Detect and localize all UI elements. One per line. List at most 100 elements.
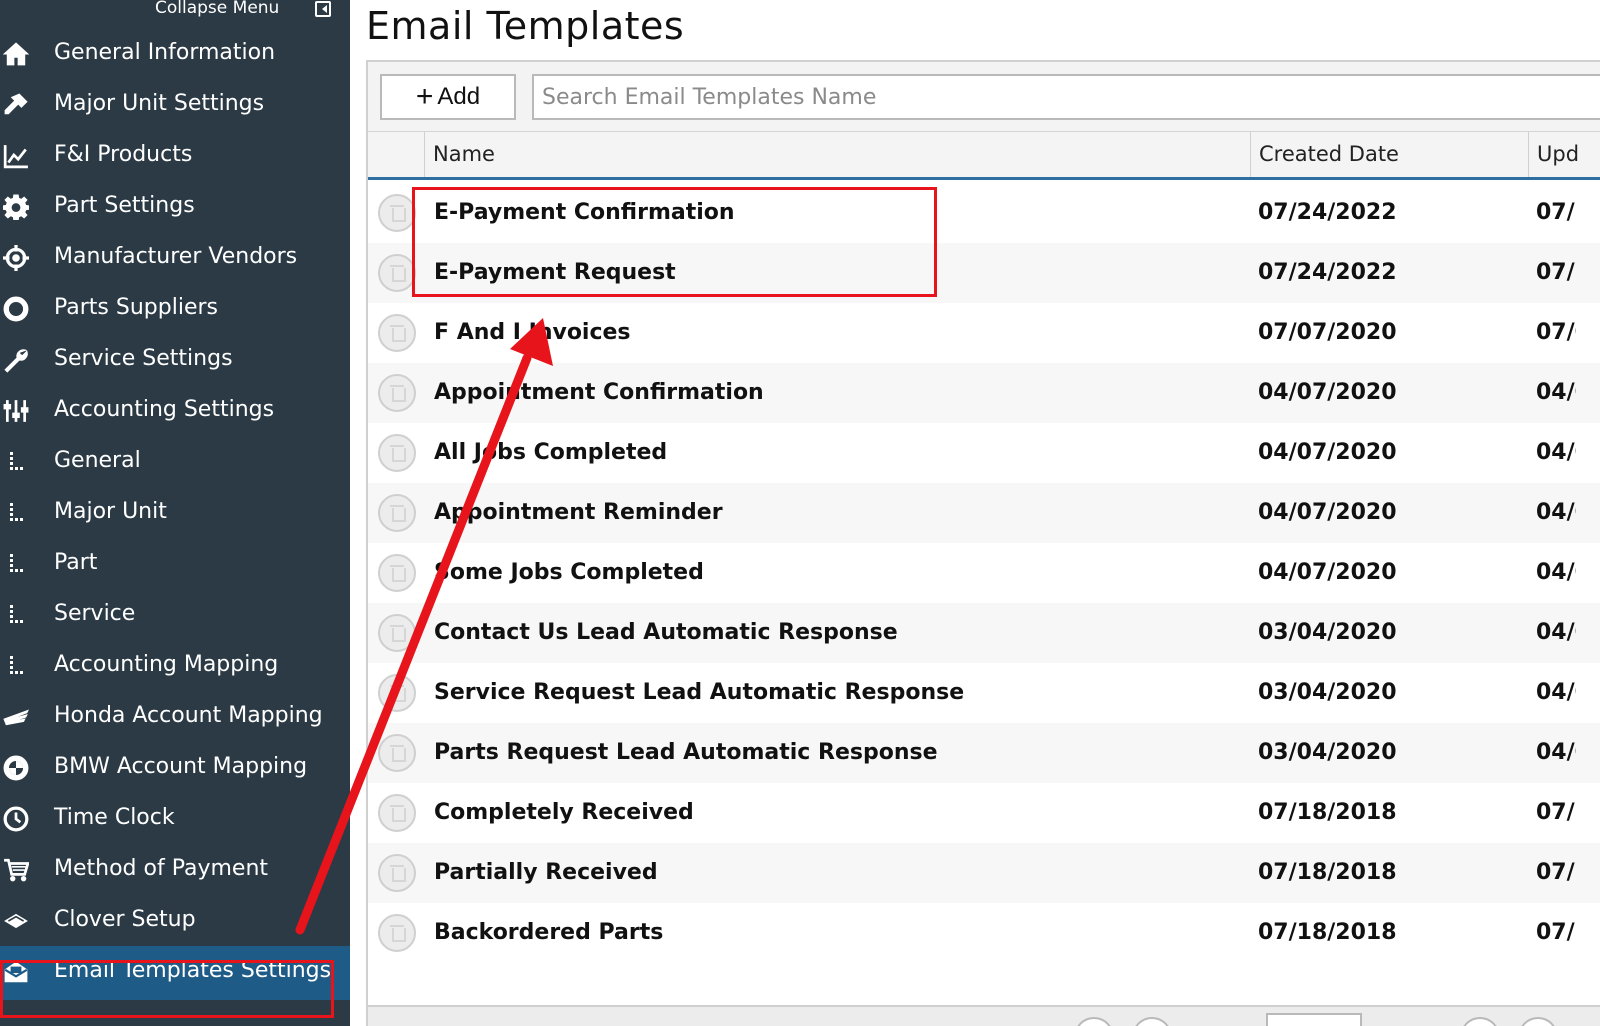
sidebar-item-honda-account-mapping[interactable]: Honda Account Mapping: [0, 691, 350, 743]
next-page-button[interactable]: [1460, 1017, 1500, 1026]
updated-date-cell: 04/0: [1536, 740, 1576, 765]
delete-icon[interactable]: [378, 614, 416, 652]
table-row[interactable]: Parts Request Lead Automatic Response 03/…: [368, 723, 1600, 783]
updated-date-cell: 04/0: [1536, 380, 1576, 405]
sidebar-item-service-settings[interactable]: Service Settings: [0, 334, 350, 386]
add-button[interactable]: + Add: [380, 74, 516, 120]
updated-date-cell: 04/0: [1536, 620, 1576, 645]
created-date-cell: 04/07/2020: [1258, 380, 1397, 405]
table-row[interactable]: F And I Invoices 07/07/2020 07/0: [368, 303, 1600, 363]
cart-icon: [2, 856, 30, 884]
sidebar-item-part-settings[interactable]: Part Settings: [0, 181, 350, 233]
collapse-icon: [315, 1, 331, 17]
key-icon: [2, 91, 30, 119]
sidebar-item-service[interactable]: Service: [0, 589, 350, 641]
template-name-cell[interactable]: Completely Received: [434, 800, 694, 825]
page-title: Email Templates: [366, 4, 685, 48]
template-name-cell[interactable]: Appointment Reminder: [434, 500, 723, 525]
sub-item-icon: [10, 554, 26, 572]
sidebar-item-label: Part: [54, 550, 98, 575]
template-name-cell[interactable]: F And I Invoices: [434, 320, 631, 345]
template-name-cell[interactable]: All Jobs Completed: [434, 440, 667, 465]
table-row[interactable]: All Jobs Completed 04/07/2020 04/0: [368, 423, 1600, 483]
sidebar-item-manufacturer-vendors[interactable]: Manufacturer Vendors: [0, 232, 350, 284]
collapse-menu-button[interactable]: Collapse Menu: [0, 0, 350, 22]
sliders-icon: [2, 397, 30, 425]
delete-icon[interactable]: [378, 494, 416, 532]
template-name-cell[interactable]: Parts Request Lead Automatic Response: [434, 740, 938, 765]
table-row[interactable]: Backordered Parts 07/18/2018 07/1: [368, 903, 1600, 963]
sidebar: Collapse Menu General Information Major …: [0, 0, 350, 1026]
delete-icon[interactable]: [378, 254, 416, 292]
sidebar-item-label: Honda Account Mapping: [54, 703, 323, 728]
sidebar-item-major-unit-settings[interactable]: Major Unit Settings: [0, 79, 350, 131]
sidebar-item-accounting-mapping[interactable]: Accounting Mapping: [0, 640, 350, 692]
search-input[interactable]: [532, 74, 1600, 120]
clock-icon: [2, 805, 30, 833]
sidebar-item-bmw-account-mapping[interactable]: BMW Account Mapping: [0, 742, 350, 794]
sub-item-icon: [10, 452, 26, 470]
table-row[interactable]: Completely Received 07/18/2018 07/1: [368, 783, 1600, 843]
sidebar-item-general-information[interactable]: General Information: [0, 28, 350, 80]
updated-date-cell: 07/1: [1536, 800, 1576, 825]
delete-icon[interactable]: [378, 794, 416, 832]
pagination-bar: [368, 1005, 1600, 1026]
delete-icon[interactable]: [378, 914, 416, 952]
delete-icon[interactable]: [378, 194, 416, 232]
delete-icon[interactable]: [378, 434, 416, 472]
updated-date-cell: 07/2: [1536, 200, 1576, 225]
template-name-cell[interactable]: Contact Us Lead Automatic Response: [434, 620, 898, 645]
table-row[interactable]: Partially Received 07/18/2018 07/1: [368, 843, 1600, 903]
column-header-updated-date[interactable]: Upd: [1528, 132, 1600, 177]
delete-icon[interactable]: [378, 734, 416, 772]
table-row[interactable]: Some Jobs Completed 04/07/2020 04/0: [368, 543, 1600, 603]
created-date-cell: 07/24/2022: [1258, 260, 1397, 285]
created-date-cell: 03/04/2020: [1258, 680, 1397, 705]
template-name-cell[interactable]: Some Jobs Completed: [434, 560, 704, 585]
sidebar-item-fi-products[interactable]: F&I Products: [0, 130, 350, 182]
created-date-cell: 07/07/2020: [1258, 320, 1397, 345]
bmw-roundel-icon: [2, 754, 30, 782]
sidebar-item-accounting-settings[interactable]: Accounting Settings: [0, 385, 350, 437]
sidebar-item-general[interactable]: General: [0, 436, 350, 488]
sidebar-item-time-clock[interactable]: Time Clock: [0, 793, 350, 845]
delete-icon[interactable]: [378, 374, 416, 412]
sidebar-item-major-unit[interactable]: Major Unit: [0, 487, 350, 539]
delete-icon[interactable]: [378, 554, 416, 592]
sidebar-item-parts-suppliers[interactable]: Parts Suppliers: [0, 283, 350, 335]
wrench-icon: [2, 346, 30, 374]
sidebar-item-method-of-payment[interactable]: Method of Payment: [0, 844, 350, 896]
updated-date-cell: 07/0: [1536, 320, 1576, 345]
sidebar-item-clover-setup[interactable]: Clover Setup: [0, 895, 350, 947]
table-row[interactable]: Appointment Confirmation 04/07/2020 04/0: [368, 363, 1600, 423]
sidebar-item-part[interactable]: Part: [0, 538, 350, 590]
table-header: Name Created Date Upd: [368, 132, 1600, 180]
page-number-input[interactable]: [1266, 1013, 1362, 1026]
created-date-cell: 04/07/2020: [1258, 500, 1397, 525]
gear-icon: [2, 193, 30, 221]
delete-icon[interactable]: [378, 314, 416, 352]
collapse-menu-label: Collapse Menu: [155, 0, 280, 18]
first-page-button[interactable]: [1074, 1017, 1114, 1026]
delete-icon[interactable]: [378, 854, 416, 892]
template-name-cell[interactable]: Appointment Confirmation: [434, 380, 764, 405]
home-icon: [2, 40, 30, 68]
updated-date-cell: 04/0: [1536, 440, 1576, 465]
previous-page-button[interactable]: [1132, 1017, 1172, 1026]
last-page-button[interactable]: [1518, 1017, 1558, 1026]
column-header-created-date[interactable]: Created Date: [1250, 132, 1528, 177]
sidebar-item-label: Parts Suppliers: [54, 295, 218, 320]
sidebar-item-label: Method of Payment: [54, 856, 269, 881]
template-name-cell[interactable]: Service Request Lead Automatic Response: [434, 680, 964, 705]
table-row[interactable]: Service Request Lead Automatic Response 0…: [368, 663, 1600, 723]
delete-icon[interactable]: [378, 674, 416, 712]
template-name-cell[interactable]: Backordered Parts: [434, 920, 663, 945]
sidebar-item-label: F&I Products: [54, 142, 193, 167]
life-ring-icon: [2, 295, 30, 323]
table-row[interactable]: Appointment Reminder 04/07/2020 04/0: [368, 483, 1600, 543]
sidebar-item-label: Major Unit: [54, 499, 167, 524]
line-chart-icon: [2, 142, 30, 170]
table-row[interactable]: Contact Us Lead Automatic Response 03/04/…: [368, 603, 1600, 663]
template-name-cell[interactable]: Partially Received: [434, 860, 658, 885]
column-header-name[interactable]: Name: [424, 132, 1250, 177]
